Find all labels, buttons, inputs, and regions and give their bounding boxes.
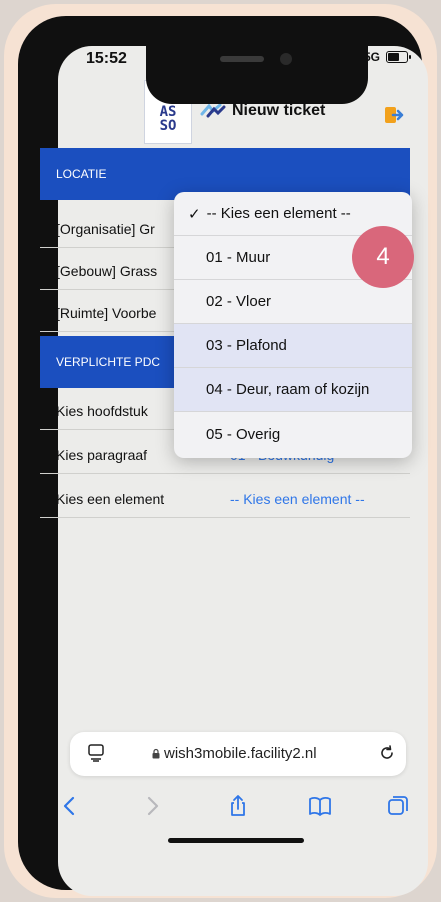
home-indicator [168, 838, 304, 843]
browser-toolbar [40, 790, 410, 830]
step-badge: 4 [352, 226, 414, 288]
row-label: [Organisatie] Gr [56, 220, 155, 237]
dropdown-option[interactable]: 04 - Deur, raam of kozijn [174, 368, 412, 412]
camera [280, 53, 292, 65]
row-label: [Ruimte] Voorbe [56, 304, 157, 321]
tabs-icon[interactable] [386, 794, 410, 818]
forward-icon[interactable] [140, 794, 164, 818]
address-bar[interactable]: wish3mobile.facility2.nl [70, 732, 406, 776]
speaker [220, 56, 264, 62]
dropdown-option[interactable]: 05 - Overig [174, 412, 412, 456]
check-icon: ✓ [188, 205, 201, 223]
page-title: Nieuw ticket [232, 102, 326, 119]
share-icon[interactable] [226, 794, 250, 818]
url-text: wish3mobile.facility2.nl [164, 745, 317, 762]
row-element[interactable]: Kies een element -- Kies een element -- [40, 480, 410, 518]
row-label: Kies hoofdstuk [56, 402, 148, 419]
lock-icon [152, 748, 160, 759]
title-group: Nieuw ticket [200, 102, 325, 120]
notch [146, 46, 368, 104]
bookmarks-icon[interactable] [308, 794, 332, 818]
page-menu-icon[interactable] [88, 744, 104, 762]
exit-icon[interactable] [384, 106, 404, 124]
back-icon[interactable] [58, 794, 82, 818]
dropdown-option[interactable]: 03 - Plafond [174, 324, 412, 368]
status-time: 15:52 [86, 50, 127, 67]
reload-icon[interactable] [378, 744, 396, 762]
row-label: [Gebouw] Grass [56, 262, 158, 279]
screen-content: 15:52 5G GR AS SO Nieuw ticket LOCATIE [… [40, 0, 414, 902]
app-icon [200, 103, 226, 118]
row-label: Kies paragraaf [56, 446, 148, 463]
row-label: Kies een element [56, 490, 165, 507]
element-select[interactable]: -- Kies een element -- [230, 491, 365, 507]
battery-icon [386, 51, 412, 63]
